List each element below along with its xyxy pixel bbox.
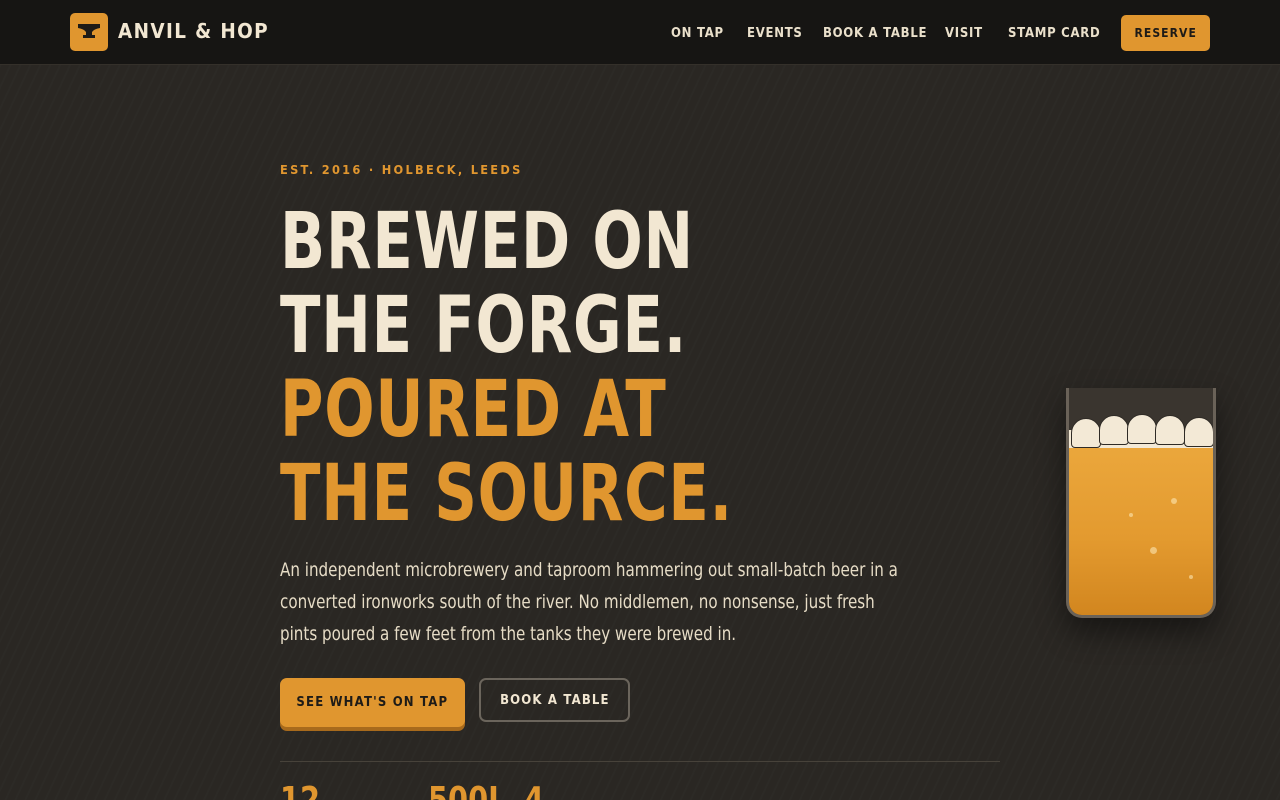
nav-link-events[interactable]: EVENTS (747, 26, 803, 41)
book-a-table-label: BOOK A TABLE (499, 692, 610, 708)
foam-bubble (1071, 418, 1101, 448)
headline-line-2: THE FORGE. (280, 281, 687, 371)
pint-glass-icon (1066, 388, 1216, 618)
nav-link-on-tap[interactable]: ON TAP (671, 26, 724, 41)
reserve-button[interactable]: RESERVE (1121, 15, 1210, 51)
foam-bubble (1099, 415, 1129, 445)
beer-bubble (1129, 513, 1133, 517)
nav-link-stamp-card[interactable]: STAMP CARD (1008, 26, 1100, 41)
beer-bubble (1189, 575, 1193, 579)
headline-line-3: POURED AT (280, 365, 667, 455)
stat-value: 4 (524, 783, 544, 800)
anvil-icon[interactable] (70, 13, 108, 51)
stat-value: 12 (280, 783, 320, 800)
nav-link-book-a-table[interactable]: BOOK A TABLE (823, 26, 927, 41)
headline-line-4: THE SOURCE. (280, 449, 733, 539)
hero-eyebrow: EST. 2016 · HOLBECK, LEEDS (280, 163, 523, 177)
headline-line-1: BREWED ON (280, 197, 694, 287)
foam-bubble (1184, 417, 1213, 447)
reserve-button-label: RESERVE (1134, 26, 1197, 40)
brand-name[interactable]: ANVIL & HOP (118, 19, 269, 43)
foam-bubble (1127, 414, 1157, 444)
hero-description: An independent microbrewery and taproom … (280, 559, 898, 645)
foam-bubble (1155, 415, 1185, 445)
top-nav: ANVIL & HOP ON TAP EVENTS BOOK A TABLE V… (0, 0, 1280, 65)
see-whats-on-tap-button[interactable]: SEE WHAT'S ON TAP (280, 678, 465, 727)
stat-value: 500L (428, 783, 506, 800)
nav-link-visit[interactable]: VISIT (945, 26, 983, 41)
see-whats-on-tap-label: SEE WHAT'S ON TAP (296, 695, 449, 710)
book-a-table-button[interactable]: BOOK A TABLE (479, 678, 630, 722)
beer-fill (1069, 446, 1213, 615)
hero-divider (280, 761, 1000, 762)
beer-bubble (1150, 547, 1157, 554)
beer-bubble (1171, 498, 1177, 504)
